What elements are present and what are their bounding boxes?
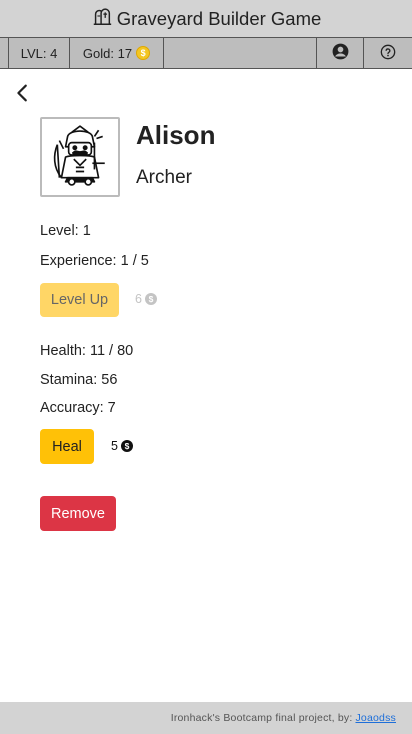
stat-level: Level: 1 <box>40 223 91 239</box>
author-link[interactable]: Joaodss <box>355 712 396 724</box>
tombstone-logo-icon <box>91 5 113 32</box>
profile-button[interactable] <box>316 38 364 68</box>
page-footer: Ironhack's Bootcamp final project, by: J… <box>0 702 412 734</box>
coin-icon: $ <box>120 440 133 452</box>
remove-button[interactable]: Remove <box>40 496 116 531</box>
app-title: Graveyard Builder Game <box>116 7 322 29</box>
heal-button[interactable]: Heal <box>40 429 94 464</box>
stat-accuracy: Accuracy: 7 <box>40 400 116 416</box>
heal-cost: 5 $ <box>111 439 133 453</box>
status-bar: LVL: 4 Gold: 17 $ <box>0 37 412 69</box>
stat-health: Health: 11 / 80 <box>40 343 134 359</box>
app-header: Graveyard Builder Game <box>0 0 412 37</box>
stat-experience: Experience: 1 / 5 <box>40 253 149 269</box>
heal-cost-value: 5 <box>111 439 118 453</box>
stat-stamina: Stamina: 56 <box>40 372 118 388</box>
level-up-cost: 6 $ <box>135 292 157 306</box>
level-up-cost-value: 6 <box>135 292 142 306</box>
character-class: Archer <box>136 167 192 188</box>
help-button[interactable] <box>364 38 412 68</box>
help-circle-icon <box>380 44 396 63</box>
gold-amount: Gold: 17 <box>82 45 133 61</box>
footer-text: Ironhack's Bootcamp final project, by: <box>170 712 353 724</box>
gold-coin-icon: $ <box>136 46 151 60</box>
coin-icon: $ <box>144 293 157 305</box>
character-portrait <box>40 117 120 197</box>
player-level: LVL: 4 <box>8 38 70 68</box>
archer-portrait-icon <box>47 122 113 193</box>
level-up-button[interactable]: Level Up <box>40 283 119 317</box>
user-circle-icon <box>331 42 350 64</box>
character-name: Alison <box>136 120 216 150</box>
chevron-left-icon <box>12 84 34 108</box>
back-button[interactable] <box>12 82 34 104</box>
status-spacer <box>164 38 317 68</box>
player-gold: Gold: 17 $ <box>70 38 164 68</box>
